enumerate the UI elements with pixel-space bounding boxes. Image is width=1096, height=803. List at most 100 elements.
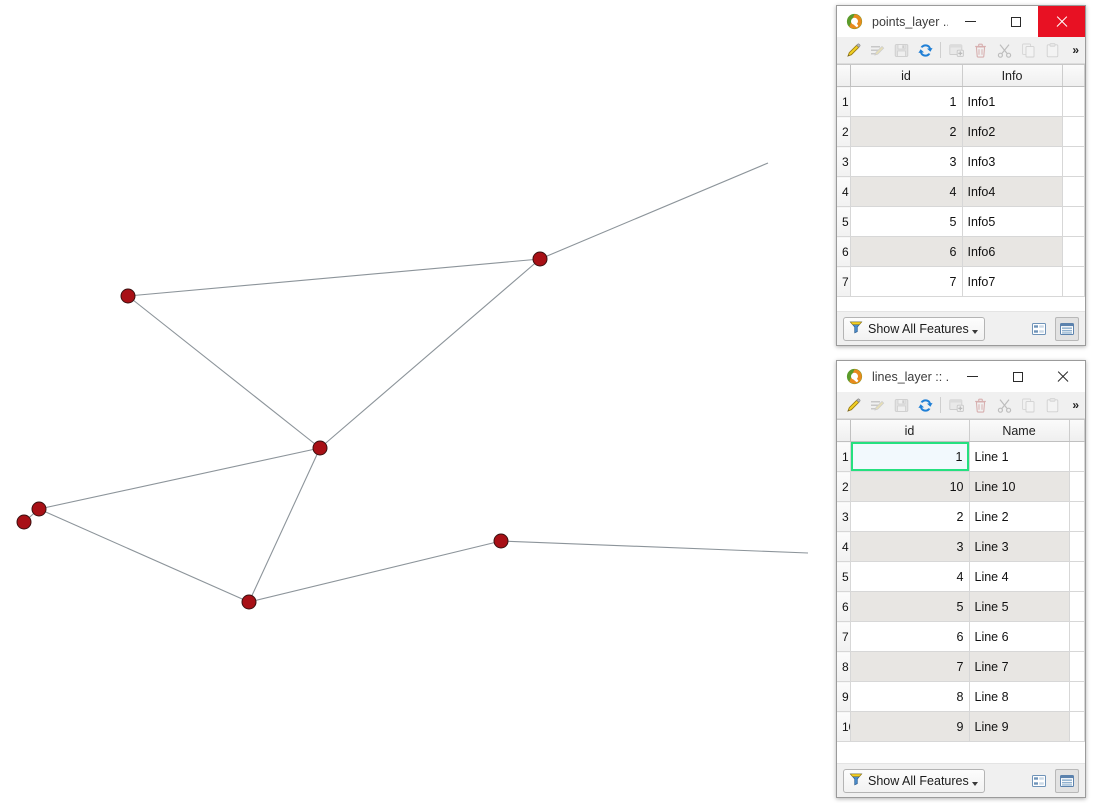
toolbar-overflow-button[interactable]: » xyxy=(1072,398,1079,412)
minimize-button[interactable] xyxy=(950,361,995,392)
cell-value[interactable]: Line 9 xyxy=(969,711,1070,742)
table-row[interactable]: 5 4 Line 4 xyxy=(837,561,1085,592)
cell-value[interactable]: Line 5 xyxy=(969,591,1070,622)
row-number-cell[interactable]: 6 xyxy=(837,591,851,622)
cell-value[interactable]: Info1 xyxy=(962,86,1063,117)
close-button[interactable] xyxy=(1040,361,1085,392)
cell-id[interactable]: 6 xyxy=(850,621,970,652)
cell-id[interactable]: 6 xyxy=(850,236,963,267)
minimize-button[interactable] xyxy=(948,6,993,37)
points-table-container[interactable]: id Info 1 1 Info1 2 2 Info2 3 3 Info3 4 4 Info4 5 5 In… xyxy=(837,64,1085,311)
table-row[interactable]: 2 10 Line 10 xyxy=(837,471,1085,502)
row-number-cell[interactable]: 1 xyxy=(837,441,851,472)
maximize-button[interactable] xyxy=(995,361,1040,392)
cell-value[interactable]: Line 6 xyxy=(969,621,1070,652)
column-header-info[interactable]: Info xyxy=(962,65,1063,87)
table-row[interactable]: 2 2 Info2 xyxy=(837,116,1085,147)
row-number-cell[interactable]: 1 xyxy=(837,86,851,117)
row-number-cell[interactable]: 2 xyxy=(837,471,851,502)
points-view-toggles[interactable] xyxy=(1027,316,1079,341)
lines-layer-attribute-window[interactable]: lines_layer :: ... » id Name 1 1 Line 1 … xyxy=(836,360,1086,798)
table-row[interactable]: 6 6 Info6 xyxy=(837,236,1085,267)
table-row[interactable]: 1 1 Line 1 xyxy=(837,441,1085,472)
row-number-cell[interactable]: 7 xyxy=(837,266,851,297)
cell-value[interactable]: Line 8 xyxy=(969,681,1070,712)
cell-id[interactable]: 5 xyxy=(850,206,963,237)
table-row[interactable]: 7 6 Line 6 xyxy=(837,621,1085,652)
cell-id[interactable]: 7 xyxy=(850,266,963,297)
table-row[interactable]: 7 7 Info7 xyxy=(837,266,1085,297)
table-row[interactable]: 6 5 Line 5 xyxy=(837,591,1085,622)
table-row[interactable]: 8 7 Line 7 xyxy=(837,651,1085,682)
row-number-cell[interactable]: 5 xyxy=(837,206,851,237)
points-attribute-table[interactable]: id Info 1 1 Info1 2 2 Info2 3 3 Info3 4 4 Info4 5 5 In… xyxy=(837,65,1085,297)
toolbar-overflow-button[interactable]: » xyxy=(1072,43,1079,57)
cell-id[interactable]: 9 xyxy=(850,711,970,742)
cell-id[interactable]: 4 xyxy=(850,561,970,592)
form-view-icon[interactable] xyxy=(1027,769,1051,793)
table-view-icon[interactable] xyxy=(1055,768,1079,793)
points-statusbar[interactable]: Show All Features xyxy=(837,311,1085,345)
points-toolbar[interactable]: » xyxy=(837,37,1085,64)
reload-table-icon[interactable] xyxy=(914,394,936,416)
map-point-feature[interactable] xyxy=(312,440,328,456)
map-line-feature[interactable] xyxy=(248,447,321,603)
map-line-feature[interactable] xyxy=(539,162,769,260)
cell-id[interactable]: 3 xyxy=(850,146,963,177)
cell-id[interactable]: 2 xyxy=(850,116,963,147)
row-number-cell[interactable]: 3 xyxy=(837,146,851,177)
table-row[interactable]: 4 4 Info4 xyxy=(837,176,1085,207)
row-number-cell[interactable]: 7 xyxy=(837,621,851,652)
table-row[interactable]: 109Line 9 xyxy=(837,711,1085,742)
cell-id[interactable]: 1 xyxy=(850,441,970,472)
reload-table-icon[interactable] xyxy=(914,39,936,61)
table-row[interactable]: 4 3 Line 3 xyxy=(837,531,1085,562)
map-point-feature[interactable] xyxy=(493,533,509,549)
cell-id[interactable]: 3 xyxy=(850,531,970,562)
map-line-feature[interactable] xyxy=(500,540,809,554)
lines-view-toggles[interactable] xyxy=(1027,768,1079,793)
cell-id[interactable]: 1 xyxy=(850,86,963,117)
cell-id[interactable]: 4 xyxy=(850,176,963,207)
map-point-feature[interactable] xyxy=(31,501,47,517)
map-point-feature[interactable] xyxy=(241,594,257,610)
row-number-cell[interactable]: 5 xyxy=(837,561,851,592)
cell-value[interactable]: Line 4 xyxy=(969,561,1070,592)
maximize-button[interactable] xyxy=(993,6,1038,37)
chevron-down-icon[interactable] xyxy=(971,330,978,334)
row-number-cell[interactable]: 6 xyxy=(837,236,851,267)
points-window-titlebar[interactable]: points_layer ... xyxy=(837,6,1085,37)
map-line-feature[interactable] xyxy=(127,258,541,297)
table-row[interactable]: 9 8 Line 8 xyxy=(837,681,1085,712)
show-all-features-button[interactable]: Show All Features xyxy=(843,768,985,793)
points-layer-attribute-window[interactable]: points_layer ... » id Info 1 1 Info1 2 2… xyxy=(836,5,1086,346)
cell-id[interactable]: 7 xyxy=(850,651,970,682)
table-row[interactable]: 3 3 Info3 xyxy=(837,146,1085,177)
row-number-cell[interactable]: 9 xyxy=(837,681,851,712)
cell-value[interactable]: Info7 xyxy=(962,266,1063,297)
cell-value[interactable]: Line 7 xyxy=(969,651,1070,682)
form-view-icon[interactable] xyxy=(1027,317,1051,341)
table-row[interactable]: 1 1 Info1 xyxy=(837,86,1085,117)
column-header-id[interactable]: id xyxy=(850,65,963,87)
cell-id[interactable]: 10 xyxy=(850,471,970,502)
cell-value[interactable]: Info6 xyxy=(962,236,1063,267)
row-number-cell[interactable]: 4 xyxy=(837,531,851,562)
table-view-icon[interactable] xyxy=(1055,316,1079,341)
show-all-features-button[interactable]: Show All Features xyxy=(843,316,985,341)
row-number-cell[interactable]: 10 xyxy=(837,711,851,742)
map-line-feature[interactable] xyxy=(38,508,250,603)
row-number-cell[interactable]: 8 xyxy=(837,651,851,682)
lines-attribute-table[interactable]: id Name 1 1 Line 1 2 10 Line 10 3 2 Line 2 4 3 Line… xyxy=(837,420,1085,742)
row-number-cell[interactable]: 3 xyxy=(837,501,851,532)
lines-table-container[interactable]: id Name 1 1 Line 1 2 10 Line 10 3 2 Line 2 4 3 Line… xyxy=(837,419,1085,763)
cell-id[interactable]: 5 xyxy=(850,591,970,622)
lines-toolbar[interactable]: » xyxy=(837,392,1085,419)
cell-id[interactable]: 2 xyxy=(850,501,970,532)
map-line-feature[interactable] xyxy=(127,295,321,449)
map-point-feature[interactable] xyxy=(532,251,548,267)
cell-value[interactable]: Info2 xyxy=(962,116,1063,147)
cell-value[interactable]: Info3 xyxy=(962,146,1063,177)
cell-value[interactable]: Line 1 xyxy=(969,441,1070,472)
cell-value[interactable]: Line 3 xyxy=(969,531,1070,562)
